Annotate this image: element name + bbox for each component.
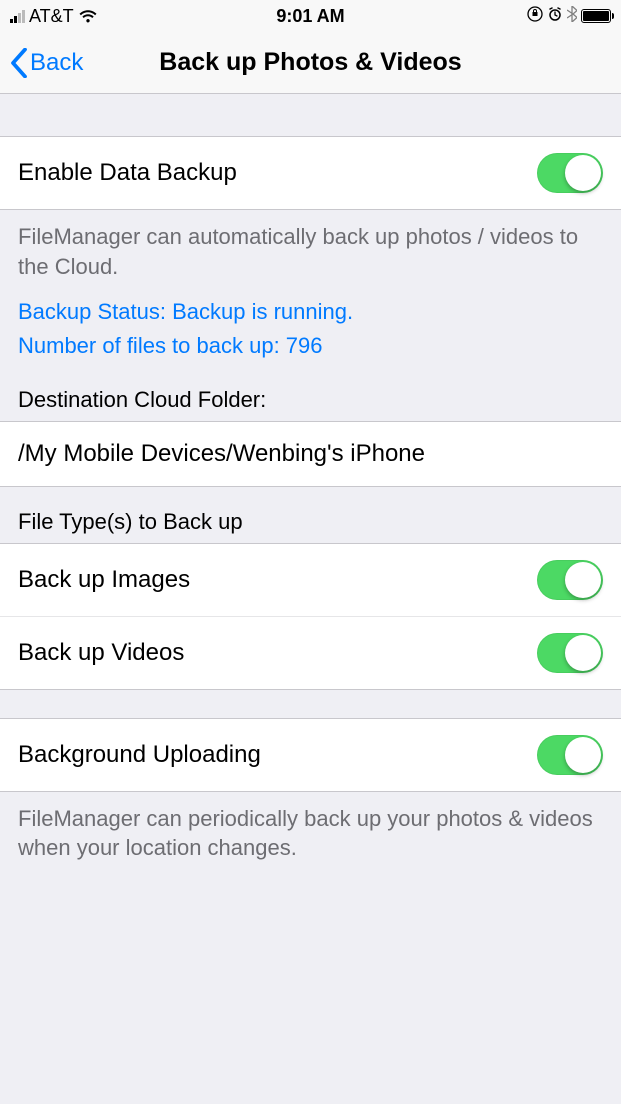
signal-icon bbox=[10, 9, 25, 23]
backup-status-line2: Number of files to back up: 796 bbox=[0, 331, 621, 365]
filetypes-header: File Type(s) to Back up bbox=[0, 487, 621, 543]
destination-folder-row[interactable]: /My Mobile Devices/Wenbing's iPhone bbox=[0, 421, 621, 487]
back-button[interactable]: Back bbox=[0, 48, 83, 78]
backup-images-row: Back up Images bbox=[0, 544, 621, 617]
backup-videos-label: Back up Videos bbox=[18, 639, 184, 667]
battery-icon bbox=[581, 9, 611, 23]
enable-backup-row: Enable Data Backup bbox=[0, 136, 621, 210]
destination-path: /My Mobile Devices/Wenbing's iPhone bbox=[18, 440, 425, 467]
chevron-left-icon bbox=[10, 48, 28, 78]
wifi-icon bbox=[78, 9, 98, 23]
nav-bar: Back Back up Photos & Videos bbox=[0, 32, 621, 94]
enable-backup-label: Enable Data Backup bbox=[18, 159, 237, 187]
background-uploading-row: Background Uploading bbox=[0, 718, 621, 792]
background-uploading-toggle[interactable] bbox=[537, 735, 603, 775]
backup-status-line1: Backup Status: Backup is running. bbox=[0, 287, 621, 331]
filetypes-group: Back up Images Back up Videos bbox=[0, 543, 621, 690]
background-uploading-footer: FileManager can periodically back up you… bbox=[0, 792, 621, 869]
carrier-label: AT&T bbox=[29, 6, 74, 27]
enable-backup-footer: FileManager can automatically back up ph… bbox=[0, 210, 621, 287]
backup-videos-row: Back up Videos bbox=[0, 617, 621, 689]
bluetooth-icon bbox=[567, 6, 577, 27]
page-title: Back up Photos & Videos bbox=[159, 48, 461, 77]
background-uploading-label: Background Uploading bbox=[18, 741, 261, 769]
backup-images-label: Back up Images bbox=[18, 566, 190, 594]
destination-header: Destination Cloud Folder: bbox=[0, 365, 621, 421]
backup-images-toggle[interactable] bbox=[537, 560, 603, 600]
backup-videos-toggle[interactable] bbox=[537, 633, 603, 673]
status-left: AT&T bbox=[10, 6, 98, 27]
status-right bbox=[527, 6, 611, 27]
clock: 9:01 AM bbox=[276, 6, 344, 27]
enable-backup-toggle[interactable] bbox=[537, 153, 603, 193]
alarm-icon bbox=[547, 6, 563, 27]
orientation-lock-icon bbox=[527, 6, 543, 27]
back-label: Back bbox=[30, 49, 83, 77]
status-bar: AT&T 9:01 AM bbox=[0, 0, 621, 32]
